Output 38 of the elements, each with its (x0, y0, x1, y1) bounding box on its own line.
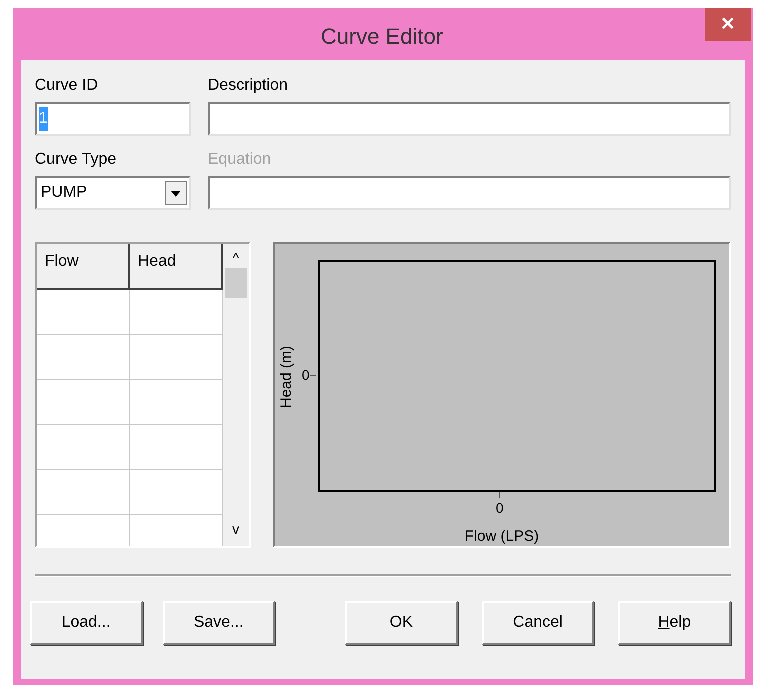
table-cell[interactable] (37, 380, 130, 425)
field-label: Curve Type (35, 150, 118, 170)
dialog-button[interactable]: Cancel (482, 601, 594, 645)
tick-mark (499, 492, 500, 498)
axis-title: Flow (LPS) (464, 527, 540, 547)
scroll-up-button[interactable]: ^ (232, 248, 240, 268)
dialog-button[interactable]: Load... (30, 601, 143, 645)
table-cell[interactable] (130, 290, 223, 335)
table-cell[interactable] (130, 470, 223, 515)
table-cell[interactable] (130, 380, 223, 425)
tick-mark (310, 375, 316, 376)
column-header[interactable]: Flow (37, 244, 130, 290)
table-cell[interactable] (130, 425, 223, 470)
curve-type-dropdown[interactable]: PUMP (35, 176, 191, 210)
window-title: Curve Editor (321, 23, 444, 51)
scroll-thumb[interactable] (225, 268, 247, 298)
table-cell[interactable] (37, 335, 130, 380)
description-field[interactable] (208, 102, 731, 136)
table-cell[interactable] (130, 335, 223, 380)
scrollbar[interactable]: ^ v (223, 244, 249, 546)
dropdown-value: PUMP (41, 183, 88, 203)
table-cell[interactable] (37, 425, 130, 470)
field-label: Description (208, 76, 290, 96)
scroll-down-button[interactable]: v (232, 519, 240, 540)
dialog-button[interactable]: Help (618, 601, 731, 645)
table-cell[interactable] (37, 290, 130, 335)
close-button[interactable]: ✕ (705, 8, 751, 41)
field-value: 1 (39, 107, 48, 131)
field-label: Equation (208, 150, 272, 170)
axis-title: Head (m) (276, 345, 296, 411)
tick-label: 0 (496, 499, 504, 518)
field-label: Curve ID (35, 76, 100, 96)
dialog-button[interactable]: OK (345, 601, 458, 645)
data-grid[interactable]: Flow Head ^ v (35, 242, 251, 548)
tick-label: 0 (302, 366, 310, 385)
dialog-button[interactable]: Save... (162, 601, 276, 645)
table-cell[interactable] (37, 470, 130, 515)
column-header[interactable]: Head (130, 244, 223, 290)
